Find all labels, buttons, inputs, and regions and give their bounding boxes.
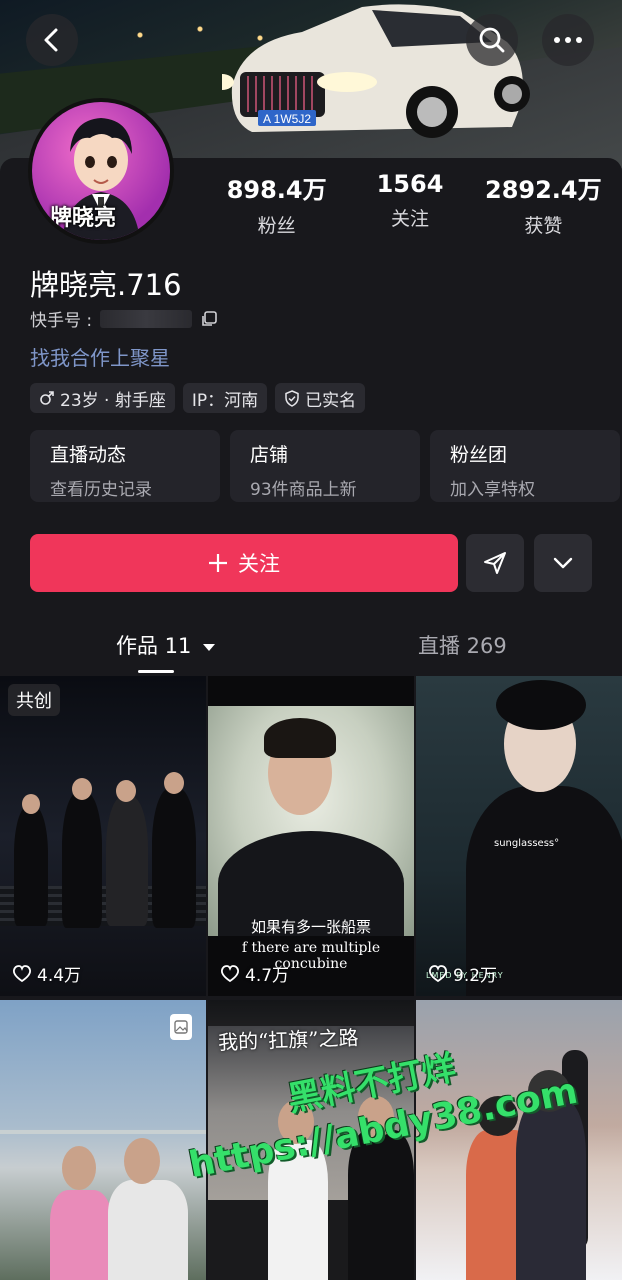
stat-label: 关注 (390, 208, 429, 230)
video-title: 我的“扛旗”之路 (217, 1025, 359, 1055)
plus-icon (209, 554, 227, 572)
card-title: 粉丝团 (450, 444, 508, 466)
tab-live-label: 直播 269 (418, 634, 507, 658)
heart-icon (429, 964, 447, 982)
card-subtitle: 查看历史记录 (50, 480, 152, 500)
railing (0, 1130, 206, 1134)
chevron-down-icon (553, 557, 573, 569)
figure-head (62, 1146, 96, 1190)
figure-head (164, 772, 184, 794)
shield-icon (285, 389, 299, 407)
tag-text: 23岁 · 射手座 (60, 390, 166, 411)
overlay-text: sunglassess° (494, 838, 560, 849)
video-thumbnail[interactable] (0, 1000, 206, 1280)
figure-hair (496, 680, 586, 730)
likes-text: 9.2万 (453, 966, 498, 986)
back-button[interactable] (26, 14, 78, 66)
content-tabs: 作品 11 直播 269 (0, 622, 622, 673)
card-live-history[interactable]: 直播动态 查看历史记录 (30, 430, 220, 502)
avatar[interactable]: 牌晓亮 (28, 98, 174, 244)
tag-text: 已实名 (305, 390, 357, 411)
figure-white-jacket (108, 1180, 188, 1280)
collab-badge: 共创 (8, 684, 60, 716)
nickname: 牌晓亮.716 (30, 268, 182, 302)
heart-icon (13, 964, 31, 982)
heart-icon (221, 964, 239, 982)
likes-count: 4.7万 (220, 961, 289, 986)
stat-following[interactable]: 1564 关注 (343, 170, 476, 238)
more-dots-icon (554, 37, 582, 43)
search-button[interactable] (466, 14, 518, 66)
live-top-bar (208, 1000, 414, 1026)
chevron-left-icon (44, 28, 58, 52)
avatar-name-text: 牌晓亮 (50, 206, 117, 231)
video-thumbnail[interactable]: sunglassess° LMED BY HENRY 9.2万 (416, 676, 622, 996)
share-button[interactable] (466, 534, 524, 592)
caret-down-icon (203, 644, 216, 651)
card-fan-club[interactable]: 粉丝团 加入享特权 (430, 430, 620, 502)
more-button[interactable] (542, 14, 594, 66)
figure-head (72, 778, 92, 800)
stat-number: 2892.4万 (485, 176, 602, 204)
expand-button[interactable] (534, 534, 592, 592)
card-subtitle: 93件商品上新 (250, 480, 357, 500)
figure (106, 796, 148, 926)
tab-live[interactable]: 直播 269 (418, 630, 507, 660)
figure-head (22, 794, 40, 814)
stat-likes[interactable]: 2892.4万 获赞 (477, 170, 610, 238)
tab-works-label: 作品 11 (116, 634, 192, 658)
tab-active-indicator (138, 670, 174, 673)
stat-label: 获赞 (524, 215, 563, 237)
copy-icon[interactable] (200, 310, 218, 328)
send-icon (484, 552, 506, 574)
stats-row: 898.4万 粉丝 1564 关注 2892.4万 获赞 (210, 170, 610, 238)
figure (62, 792, 102, 928)
video-grid: 共创 4.4万 如果有多一张船票 f there are multiple co… (0, 676, 622, 1280)
feature-cards: 直播动态 查看历史记录 店铺 93件商品上新 粉丝团 加入享特权 (30, 430, 620, 502)
tab-works[interactable]: 作品 11 (116, 630, 216, 660)
follow-button[interactable]: 关注 (30, 534, 458, 592)
male-icon (40, 391, 54, 405)
card-title: 直播动态 (50, 444, 127, 466)
likes-count: 4.4万 (12, 961, 81, 986)
tag-text: IP：河南 (191, 390, 259, 411)
tags-row: 23岁 · 射手座 IP：河南 已实名 (30, 383, 366, 413)
video-caption-cn: 如果有多一张船票 (250, 918, 371, 936)
figure-pink-jacket (50, 1190, 112, 1280)
figure-hair (264, 718, 336, 758)
figure (14, 806, 48, 926)
card-title: 店铺 (250, 444, 289, 466)
card-subtitle: 加入享特权 (450, 480, 535, 500)
video-thumbnail[interactable]: 如果有多一张船票 f there are multiple concubine … (208, 676, 414, 996)
likes-text: 4.4万 (37, 966, 82, 986)
video-thumbnail[interactable]: 共创 4.4万 (0, 676, 206, 996)
stat-number: 898.4万 (226, 176, 327, 204)
follow-label: 关注 (238, 552, 280, 576)
promo-link[interactable]: 找我合作上聚星 (30, 342, 170, 371)
kuaishou-id-row: 快手号 : (30, 306, 218, 331)
kuaishou-id-redacted (100, 309, 193, 328)
figure-head (116, 780, 136, 802)
stat-followers[interactable]: 898.4万 粉丝 (210, 170, 343, 238)
tag-age: 23岁 · 射手座 (30, 383, 175, 413)
figure (152, 788, 196, 928)
stat-label: 粉丝 (257, 215, 296, 237)
image-post-icon (170, 1014, 192, 1040)
avatar-image: 牌晓亮 (32, 102, 170, 240)
tag-ip: IP：河南 (182, 383, 268, 413)
card-shop[interactable]: 店铺 93件商品上新 (230, 430, 420, 502)
kuaishou-id-label: 快手号 : (30, 311, 93, 331)
likes-text: 4.7万 (245, 966, 290, 986)
car-plate: A 1W5J2 (263, 112, 311, 126)
search-icon (479, 27, 505, 53)
figure-head (124, 1138, 160, 1184)
figure (516, 1100, 586, 1280)
stat-number: 1564 (376, 170, 444, 198)
likes-count: 9.2万 (428, 961, 497, 986)
tag-verified: 已实名 (275, 383, 366, 413)
